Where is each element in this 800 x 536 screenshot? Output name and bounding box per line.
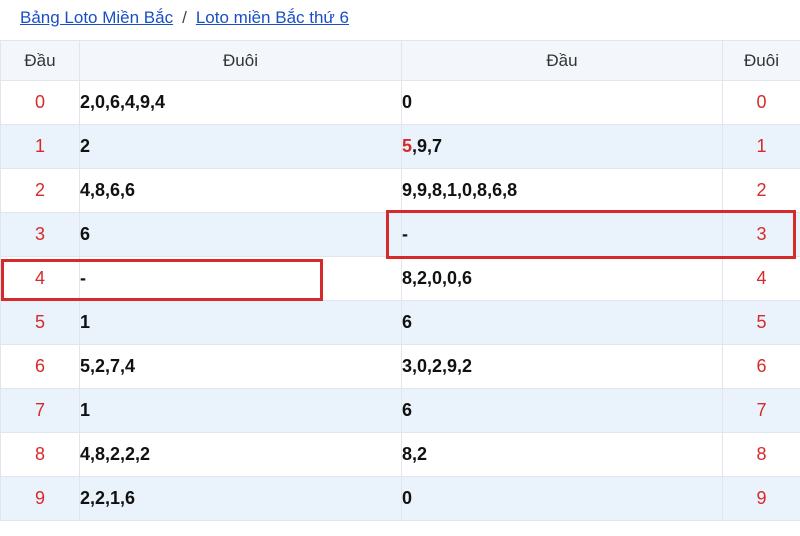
row-head-list: 5,9,7 [401,124,723,169]
row-head-list: 0 [401,476,723,521]
table-row: 9 2,2,1,6 0 9 [0,476,800,521]
row-head-number: 4 [0,256,80,301]
row-head-number: 9 [0,476,80,521]
row-tail-number: 3 [722,212,800,257]
row-head-list: - [401,212,723,257]
row-tail-number: 2 [722,168,800,213]
row-tail-number: 5 [722,300,800,345]
row-tail-number: 8 [722,432,800,477]
row-head-number: 2 [0,168,80,213]
row-head-list: 8,2,0,0,6 [401,256,723,301]
breadcrumb-link-bang-loto[interactable]: Bảng Loto Miền Bắc [20,8,173,28]
row-tail-list-highlighted: 1 [79,300,402,345]
breadcrumb-link-loto-thu-6[interactable]: Loto miền Bắc thứ 6 [196,8,349,28]
breadcrumb: Bảng Loto Miền Bắc / Loto miền Bắc thứ 6 [20,6,349,30]
header-dau-left: Đầu [0,40,80,81]
row-tail-list: 4,8,2,2,2 [79,432,402,477]
row-head-list: 3,0,2,9,2 [401,344,723,389]
row-head-list: 6 [401,388,723,433]
loto-table: Đầu Đuôi Đầu Đuôi 0 2,0,6,4,9,4 0 0 1 2 … [0,40,800,521]
row-tail-list: 2 [79,124,402,169]
table-row: 3 6 - 3 [0,212,800,257]
table-row: 7 1 6 7 [0,388,800,433]
row-head-number: 1 [0,124,80,169]
table-row: 6 5,2,7,4 3,0,2,9,2 6 [0,344,800,389]
breadcrumb-separator: / [182,8,187,27]
row-tail-number: 9 [722,476,800,521]
table-row: 2 4,8,6,6 9,9,8,1,0,8,6,8 2 [0,168,800,213]
table-row: 5 1 6 5 [0,300,800,345]
row-tail-list: - [79,256,402,301]
table-header-row: Đầu Đuôi Đầu Đuôi [0,40,800,81]
table-row: 1 2 5,9,7 1 [0,124,800,169]
row-tail-list: 4,8,6,6 [79,168,402,213]
row-head-list: 6 [401,300,723,345]
row-head-list: 9,9,8,1,0,8,6,8 [401,168,723,213]
row-tail-number: 0 [722,80,800,125]
row-head-number: 6 [0,344,80,389]
row-head-list: 0 [401,80,723,125]
highlighted-number: 5 [402,136,413,156]
row-head-list: 8,2 [401,432,723,477]
row-tail-number: 6 [722,344,800,389]
row-tail-list: 2,2,1,6 [79,476,402,521]
header-dau-right: Đầu [401,40,723,81]
header-duoi-left: Đuôi [79,40,402,81]
row-head-number: 3 [0,212,80,257]
row-tail-list: 5,2,7,4 [79,344,402,389]
row-head-list-rest: ,9,7 [412,136,443,156]
row-tail-number: 4 [722,256,800,301]
row-head-number: 0 [0,80,80,125]
row-head-number: 5 [0,300,80,345]
row-tail-list: 1 [79,388,402,433]
row-tail-list: 2,0,6,4,9,4 [79,80,402,125]
row-tail-list: 6 [79,212,402,257]
header-duoi-right: Đuôi [722,40,800,81]
table-row: 8 4,8,2,2,2 8,2 8 [0,432,800,477]
row-head-number: 8 [0,432,80,477]
row-tail-number: 1 [722,124,800,169]
row-tail-number: 7 [722,388,800,433]
table-row: 0 2,0,6,4,9,4 0 0 [0,80,800,125]
table-row: 4 - 8,2,0,0,6 4 [0,256,800,301]
row-head-number: 7 [0,388,80,433]
